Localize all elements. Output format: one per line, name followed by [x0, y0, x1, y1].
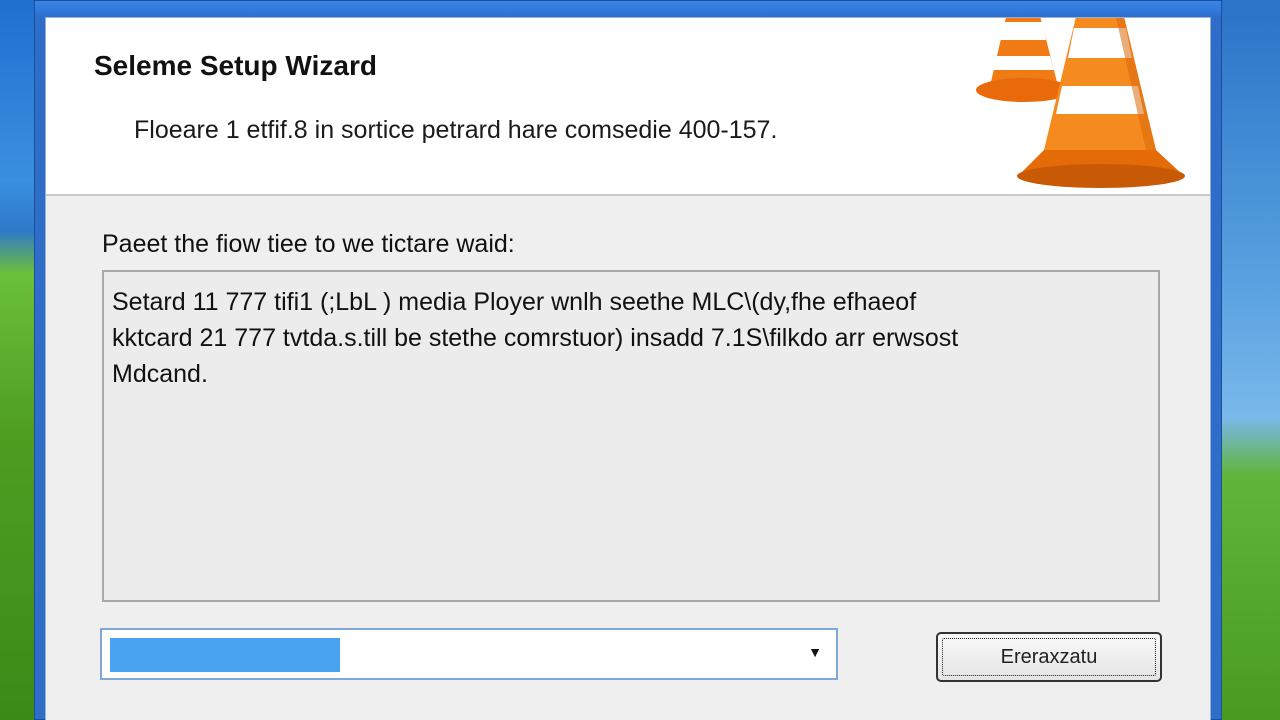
back-cone	[976, 18, 1072, 102]
message-line: kktcard 21 777 tvtda.s.till be stethe co…	[112, 324, 959, 352]
progress-fill	[110, 638, 340, 672]
instruction-label: Paeet the fiow tiee to we tictare waid:	[102, 230, 515, 258]
wizard-subtitle: Floeare 1 etfif.8 in sortice petrard har…	[134, 116, 778, 144]
next-button[interactable]: Ereraxzatu	[936, 632, 1162, 682]
message-line: Setard 11 777 tifi1 (;LbL ) media Ployer…	[112, 288, 917, 316]
window-client-area: Seleme Setup Wizard Floeare 1 etfif.8 in…	[45, 17, 1211, 720]
traffic-cone-icon	[976, 18, 1185, 188]
window-titlebar[interactable]	[35, 1, 1221, 17]
focus-ring	[942, 638, 1156, 676]
message-line: Mdcand.	[112, 360, 208, 388]
progress-dropdown[interactable]: ▼	[100, 628, 838, 680]
message-textbox[interactable]: Setard 11 777 tifi1 (;LbL ) media Ployer…	[102, 270, 1160, 602]
wizard-title: Seleme Setup Wizard	[94, 50, 377, 81]
wizard-header: Seleme Setup Wizard Floeare 1 etfif.8 in…	[46, 18, 1210, 196]
setup-wizard-window: Seleme Setup Wizard Floeare 1 etfif.8 in…	[34, 0, 1222, 720]
chevron-down-icon[interactable]: ▼	[808, 644, 822, 660]
